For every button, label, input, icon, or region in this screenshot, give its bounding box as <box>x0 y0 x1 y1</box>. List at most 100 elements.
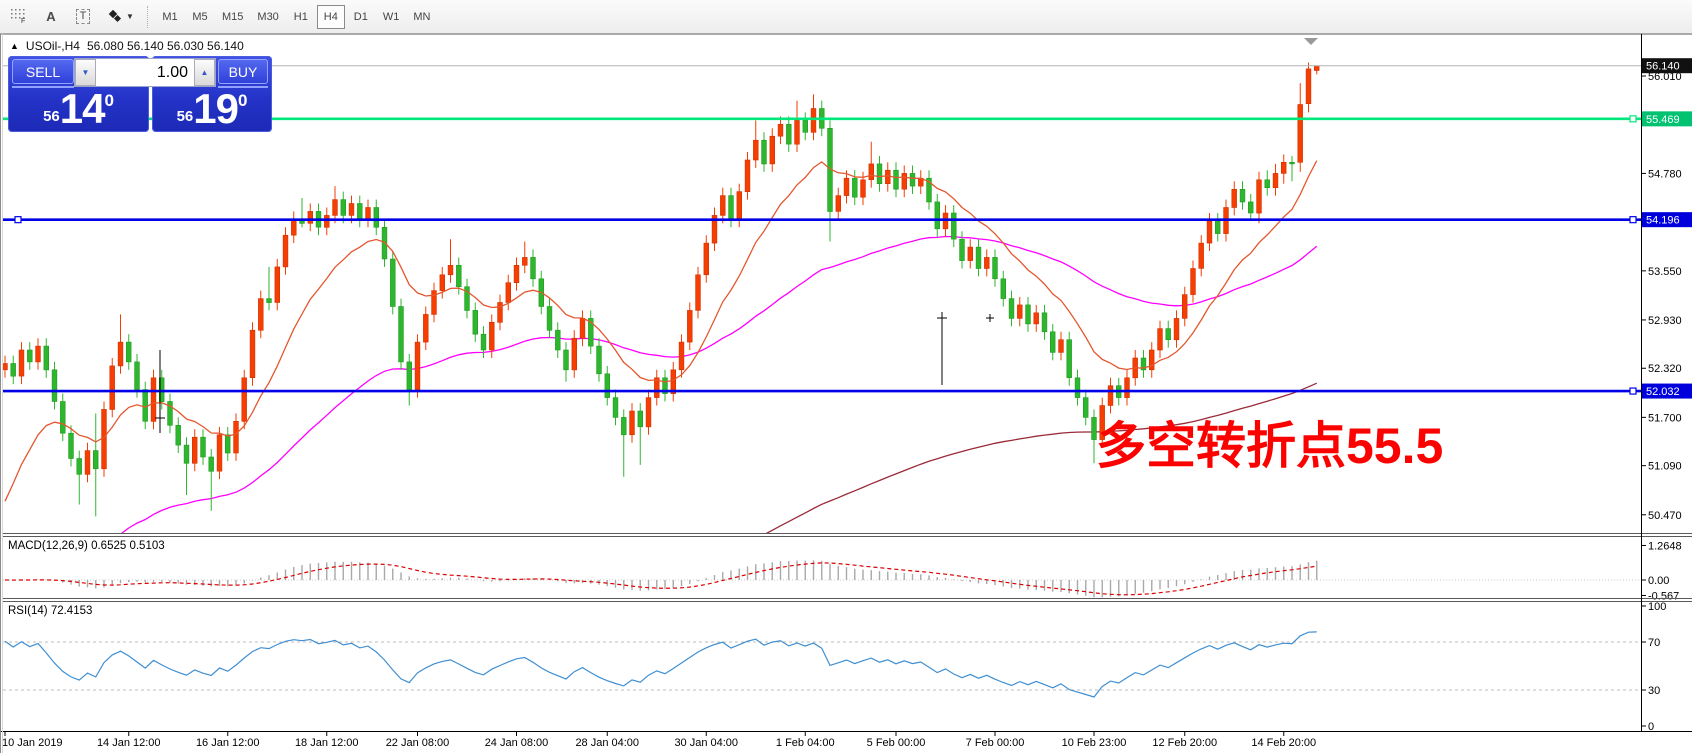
candle <box>1265 180 1270 188</box>
candle <box>11 364 16 377</box>
time-tick-label: 14 Jan 12:00 <box>97 737 161 749</box>
candle <box>1174 318 1179 339</box>
time-tick-label: 14 Feb 20:00 <box>1251 737 1316 749</box>
candle <box>349 204 354 216</box>
candle <box>44 346 49 370</box>
price-tick-label: 52.320 <box>1648 363 1682 375</box>
price-tick-label: 54.780 <box>1648 168 1682 180</box>
candle <box>209 457 214 471</box>
price-tick-label: 53.550 <box>1648 266 1682 278</box>
timeframe-group: M1M5M15M30H1H4D1W1MN <box>155 5 437 29</box>
tab-timeframe-m5[interactable]: M5 <box>186 5 214 29</box>
candle <box>176 425 181 445</box>
hline-anchor[interactable] <box>1630 217 1636 223</box>
candle <box>729 196 734 220</box>
tab-timeframe-mn[interactable]: MN <box>407 5 436 29</box>
candle <box>324 215 329 227</box>
candle <box>885 170 890 184</box>
candle <box>737 192 742 220</box>
candle <box>894 170 899 189</box>
candle <box>242 378 247 422</box>
tab-timeframe-h4[interactable]: H4 <box>317 5 345 29</box>
candle <box>250 330 255 378</box>
candle <box>564 350 569 370</box>
candle <box>1232 189 1237 207</box>
hline-anchor[interactable] <box>1630 388 1636 394</box>
hline-anchor[interactable] <box>1630 116 1636 122</box>
time-tick-label: 5 Feb 00:00 <box>867 737 926 749</box>
tab-timeframe-h1[interactable]: H1 <box>287 5 315 29</box>
candle <box>143 390 148 422</box>
text-box-tool-icon[interactable]: T <box>69 5 97 29</box>
buy-price-frac: 0 <box>238 91 247 111</box>
candle <box>36 346 41 362</box>
buy-button[interactable]: BUY <box>218 59 268 84</box>
tab-timeframe-d1[interactable]: D1 <box>347 5 375 29</box>
candle <box>1017 305 1022 319</box>
rsi-tick-label: 30 <box>1648 685 1660 697</box>
sell-button[interactable]: SELL <box>12 59 74 84</box>
candle <box>836 196 841 212</box>
candle <box>580 318 585 338</box>
tab-timeframe-m1[interactable]: M1 <box>156 5 184 29</box>
chevron-down-icon: ▼ <box>126 12 133 21</box>
grid-f-tool-icon[interactable]: F <box>5 5 33 29</box>
candle <box>283 235 288 267</box>
macd-label: MACD(12,26,9) 0.6525 0.5103 <box>8 540 165 552</box>
candle <box>473 310 478 334</box>
candle <box>902 173 907 189</box>
arrow-objects-tool-icon[interactable]: ▼ <box>101 5 139 29</box>
candle <box>27 350 32 362</box>
candle <box>366 208 371 220</box>
candle <box>1149 350 1154 370</box>
candle <box>1050 332 1055 353</box>
diamonds-icon <box>107 10 123 24</box>
candle <box>753 140 758 160</box>
candle <box>795 120 800 144</box>
candle <box>844 178 849 195</box>
candle <box>399 307 404 362</box>
candle <box>291 219 296 235</box>
text-tool-icon[interactable]: A <box>37 5 65 29</box>
candle <box>110 366 115 410</box>
volume-input[interactable] <box>96 59 194 86</box>
candle <box>19 350 24 376</box>
candle <box>333 200 338 216</box>
price-badge-label: 54.196 <box>1646 215 1680 227</box>
candle <box>1314 66 1319 71</box>
candle <box>786 124 791 144</box>
candle <box>275 267 280 303</box>
price-tick-label: 51.700 <box>1648 412 1682 424</box>
candle <box>522 257 527 265</box>
candle <box>341 200 346 216</box>
candle <box>52 370 57 402</box>
price-tick-label: 50.470 <box>1648 510 1682 522</box>
candle <box>258 299 263 331</box>
time-tick-label: 12 Feb 20:00 <box>1152 737 1217 749</box>
time-tick-label: 22 Jan 08:00 <box>386 737 450 749</box>
buy-price-display[interactable]: 56190 <box>152 89 272 129</box>
candle <box>390 259 395 307</box>
price-badge-label: 56.140 <box>1646 61 1680 73</box>
candle <box>514 265 519 282</box>
time-tick-label: 10 Feb 23:00 <box>1062 737 1127 749</box>
sell-price-display[interactable]: 56140 <box>8 89 149 129</box>
candle <box>984 257 989 268</box>
candle <box>374 208 379 228</box>
candle <box>869 164 874 180</box>
candle <box>555 330 560 350</box>
tab-timeframe-m30[interactable]: M30 <box>251 5 284 29</box>
candle <box>1166 329 1171 340</box>
volume-decrease-button[interactable]: ▼ <box>75 59 96 86</box>
hline-anchor[interactable] <box>15 217 21 223</box>
volume-increase-button[interactable]: ▲ <box>194 59 215 86</box>
candle <box>69 433 74 458</box>
candle <box>1108 386 1113 406</box>
candle <box>960 239 965 260</box>
candle <box>968 247 973 261</box>
candle <box>778 124 783 136</box>
mt4-window: F A T ▼ M1M5M15M30H1H4D1W1MN ▲ USOil-,H4… <box>0 0 1692 753</box>
tab-timeframe-m15[interactable]: M15 <box>216 5 249 29</box>
tab-timeframe-w1[interactable]: W1 <box>377 5 406 29</box>
candle <box>1290 162 1295 164</box>
